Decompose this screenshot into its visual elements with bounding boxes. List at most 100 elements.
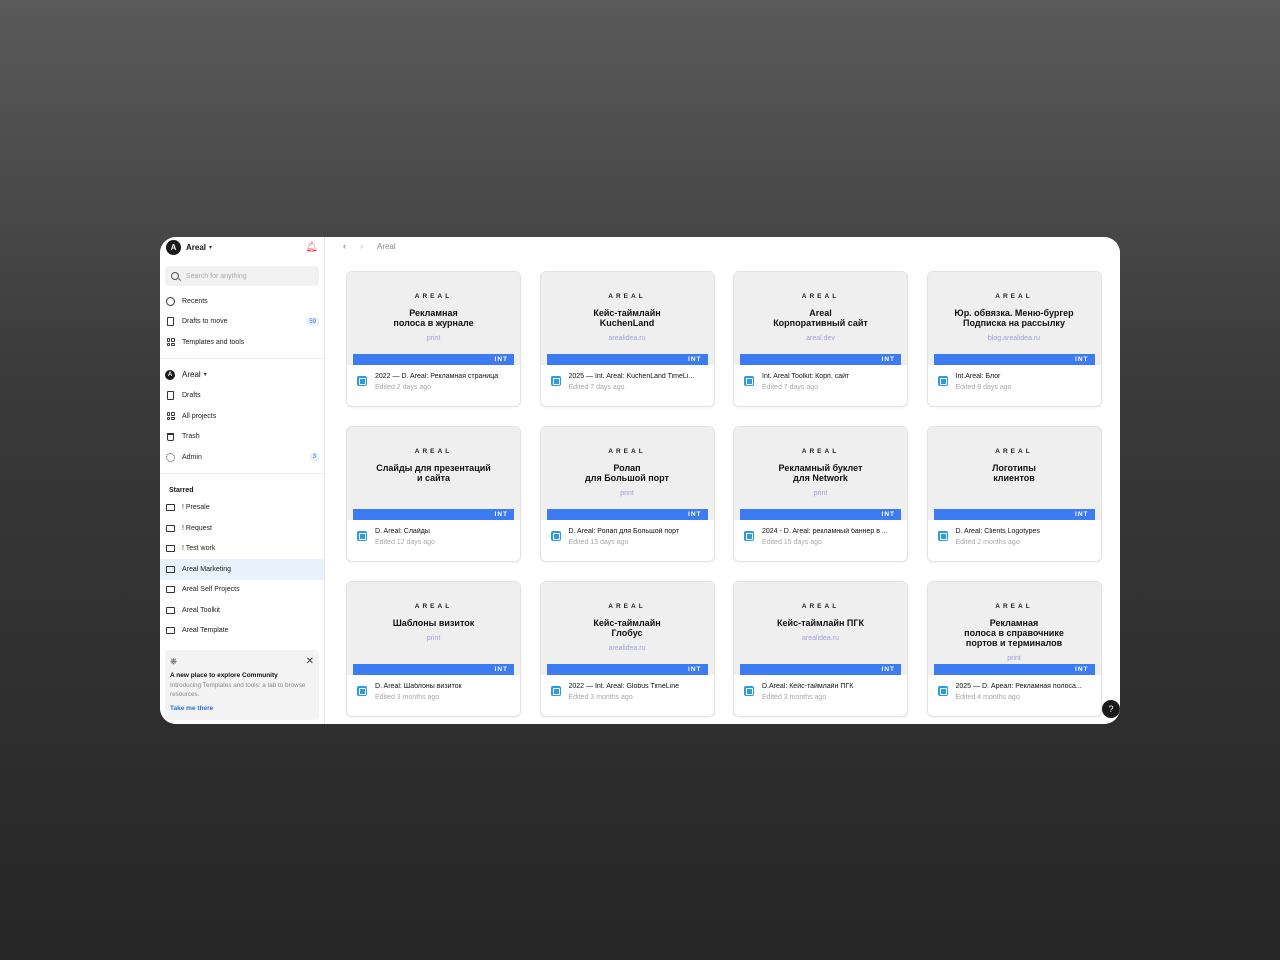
- file-card[interactable]: AREAL Рекламная полоса в справочнике пор…: [926, 581, 1102, 717]
- starred-label: Areal Marketing: [182, 565, 232, 573]
- file-card[interactable]: AREAL Рекламная полоса в журнале print I…: [346, 271, 521, 407]
- main-content: ‹ › Areal AREAL Рекламная полоса в журна…: [325, 237, 1120, 724]
- starred-item-active[interactable]: Areal Marketing: [160, 559, 324, 580]
- file-name: 2022 — Int. Areal: Globus TimeLine: [568, 683, 680, 690]
- file-name: D. Areal: Слайды: [375, 528, 430, 535]
- file-meta: D. Areal: Clients Logotypes Edited 2 mon…: [928, 520, 1101, 554]
- thumbnail-title: Логотипы клиентов: [992, 463, 1036, 483]
- thumbnail-title: Рекламная полоса в справочнике портов и …: [964, 618, 1064, 648]
- breadcrumb[interactable]: Areal: [377, 242, 396, 251]
- nav-all-projects[interactable]: All projects: [160, 406, 324, 427]
- design-file-icon: [550, 686, 561, 696]
- help-button[interactable]: ?: [1102, 700, 1120, 718]
- file-thumbnail: AREAL Рекламная полоса в журнале print I…: [347, 272, 520, 365]
- brand-wordmark: AREAL: [608, 293, 646, 300]
- app-window: A Areal ▾ 🔔︎ Search for anything Recents…: [160, 237, 1120, 724]
- file-thumbnail: AREAL Ролап для Большой порт print INT: [540, 427, 714, 520]
- edited-time: Edited 4 months ago: [955, 694, 1020, 701]
- int-tag: INT: [933, 354, 1095, 365]
- forward-arrow-icon[interactable]: ›: [360, 241, 363, 251]
- file-thumbnail: AREAL Кейс-таймлайн Глобус arealidea.ru …: [540, 582, 714, 675]
- brand-wordmark: AREAL: [801, 448, 840, 455]
- back-arrow-icon[interactable]: ‹: [343, 241, 346, 251]
- file-meta: D.Areal: Кейс-таймлайн ПГК Edited 3 mont…: [734, 675, 907, 709]
- chevron-down-icon: ▾: [203, 372, 207, 378]
- nav-admin[interactable]: Admin 3: [160, 447, 324, 468]
- file-card[interactable]: AREAL Кейс-таймлайн ПГК arealidea.ru INT…: [733, 581, 908, 717]
- file-card[interactable]: AREAL Кейс-таймлайн KuchenLand arealidea…: [539, 271, 715, 407]
- file-meta: D. Areal: Слайды Edited 12 days ago: [347, 520, 520, 554]
- promo-title: A new place to explore Community: [170, 672, 278, 679]
- starred-item[interactable]: ! Request: [160, 518, 324, 539]
- file-name: 2022 — D. Areal: Рекламная страница: [375, 373, 499, 380]
- starred-item[interactable]: ! Test work: [160, 539, 324, 560]
- thumbnail-subtitle: arealidea.ru: [802, 634, 839, 642]
- notification-bell-icon[interactable]: 🔔︎: [305, 242, 318, 253]
- int-tag: INT: [546, 664, 708, 675]
- starred-item[interactable]: Areal Toolkit: [160, 600, 324, 621]
- file-card[interactable]: AREAL Рекламный буклет для Network print…: [733, 426, 908, 562]
- file-card[interactable]: AREAL Логотипы клиентов INT D. Areal: Cl…: [926, 426, 1102, 562]
- starred-item[interactable]: Areal Template: [160, 621, 324, 642]
- search-icon: [171, 272, 179, 280]
- design-file-icon: [744, 686, 754, 696]
- team-switcher[interactable]: A Areal ▾: [160, 364, 324, 386]
- promo-body: Introducing Templates and tools: a tab t…: [170, 682, 306, 699]
- file-thumbnail: AREAL Юр. обвязка. Меню-бургер Подписка …: [927, 272, 1101, 365]
- nav-drafts-to-move[interactable]: Drafts to move 59: [160, 312, 324, 333]
- file-name: 2024 - D. Areal: рекламный баннер в ...: [762, 528, 888, 535]
- search-input[interactable]: Search for anything: [165, 266, 319, 286]
- file-thumbnail: AREAL Слайды для презентаций и сайта INT: [347, 427, 520, 520]
- brand-wordmark: AREAL: [414, 603, 453, 610]
- design-file-icon: [550, 376, 561, 386]
- nav-label: Trash: [182, 433, 200, 441]
- file-card[interactable]: AREAL Слайды для презентаций и сайта INT…: [346, 426, 521, 562]
- nav-label: Drafts to move: [182, 318, 228, 326]
- file-thumbnail: AREAL Areal Корпоративный сайт areal.dev…: [734, 272, 907, 365]
- thumbnail-subtitle: print: [620, 489, 634, 497]
- nav-label: Templates and tools: [182, 338, 245, 346]
- int-tag: INT: [933, 664, 1095, 675]
- workspace-switcher[interactable]: A Areal ▾ 🔔︎: [160, 237, 324, 257]
- int-tag: INT: [353, 664, 514, 675]
- nav-recents[interactable]: Recents: [160, 291, 324, 312]
- file-thumbnail: AREAL Кейс-таймлайн KuchenLand arealidea…: [540, 272, 714, 365]
- edited-time: Edited 7 days ago: [762, 384, 819, 391]
- nav-templates-and-tools[interactable]: Templates and tools: [160, 332, 324, 353]
- community-promo: ⎈ ✕ A new place to explore Community Int…: [165, 650, 319, 720]
- document-icon: [165, 317, 176, 327]
- nav-label: Drafts: [182, 392, 201, 400]
- starred-label: Areal Template: [182, 627, 229, 635]
- promo-link[interactable]: Take me there: [170, 705, 314, 712]
- file-meta: 2022 — Int. Areal: Globus TimeLine Edite…: [541, 675, 714, 709]
- file-meta: Int.Areal: Блог Edited 8 days ago: [928, 365, 1101, 399]
- int-tag: INT: [740, 509, 901, 520]
- starred-label: ! Presale: [182, 504, 210, 512]
- thumbnail-subtitle: arealidea.ru: [608, 644, 646, 652]
- file-card[interactable]: AREAL Ролап для Большой порт print INT D…: [539, 426, 715, 562]
- thumbnail-title: Areal Корпоративный сайт: [773, 308, 868, 328]
- file-card[interactable]: AREAL Areal Корпоративный сайт areal.dev…: [733, 271, 908, 407]
- file-meta: 2025 — D. Ареал: Рекламная полоса... Edi…: [928, 675, 1101, 709]
- nav-trash[interactable]: Trash: [160, 427, 324, 448]
- count-badge: 59: [306, 317, 319, 326]
- starred-item[interactable]: ! Presale: [160, 498, 324, 519]
- edited-time: Edited 3 months ago: [375, 694, 440, 701]
- thumbnail-subtitle: print: [813, 489, 828, 497]
- close-icon[interactable]: ✕: [306, 656, 314, 667]
- file-card[interactable]: AREAL Кейс-таймлайн Глобус arealidea.ru …: [539, 581, 715, 717]
- design-file-icon: [937, 376, 948, 386]
- starred-item[interactable]: Areal Self Projects: [160, 580, 324, 601]
- community-icon: ⎈: [170, 655, 178, 666]
- nav-drafts[interactable]: Drafts: [160, 386, 324, 407]
- design-file-icon: [550, 531, 561, 541]
- file-name: Int. Areal Toolkit: Корп. сайт: [762, 373, 850, 380]
- file-card[interactable]: AREAL Юр. обвязка. Меню-бургер Подписка …: [926, 271, 1102, 407]
- file-card[interactable]: AREAL Шаблоны визиток print INT D. Areal…: [346, 581, 521, 717]
- folder-icon: [165, 627, 176, 635]
- file-thumbnail: AREAL Логотипы клиентов INT: [927, 427, 1101, 520]
- brand-wordmark: AREAL: [995, 603, 1033, 610]
- file-name: D. Areal: Ролап для Большой порт: [568, 528, 680, 535]
- int-tag: INT: [546, 354, 708, 365]
- starred-label: Areal Toolkit: [182, 606, 221, 614]
